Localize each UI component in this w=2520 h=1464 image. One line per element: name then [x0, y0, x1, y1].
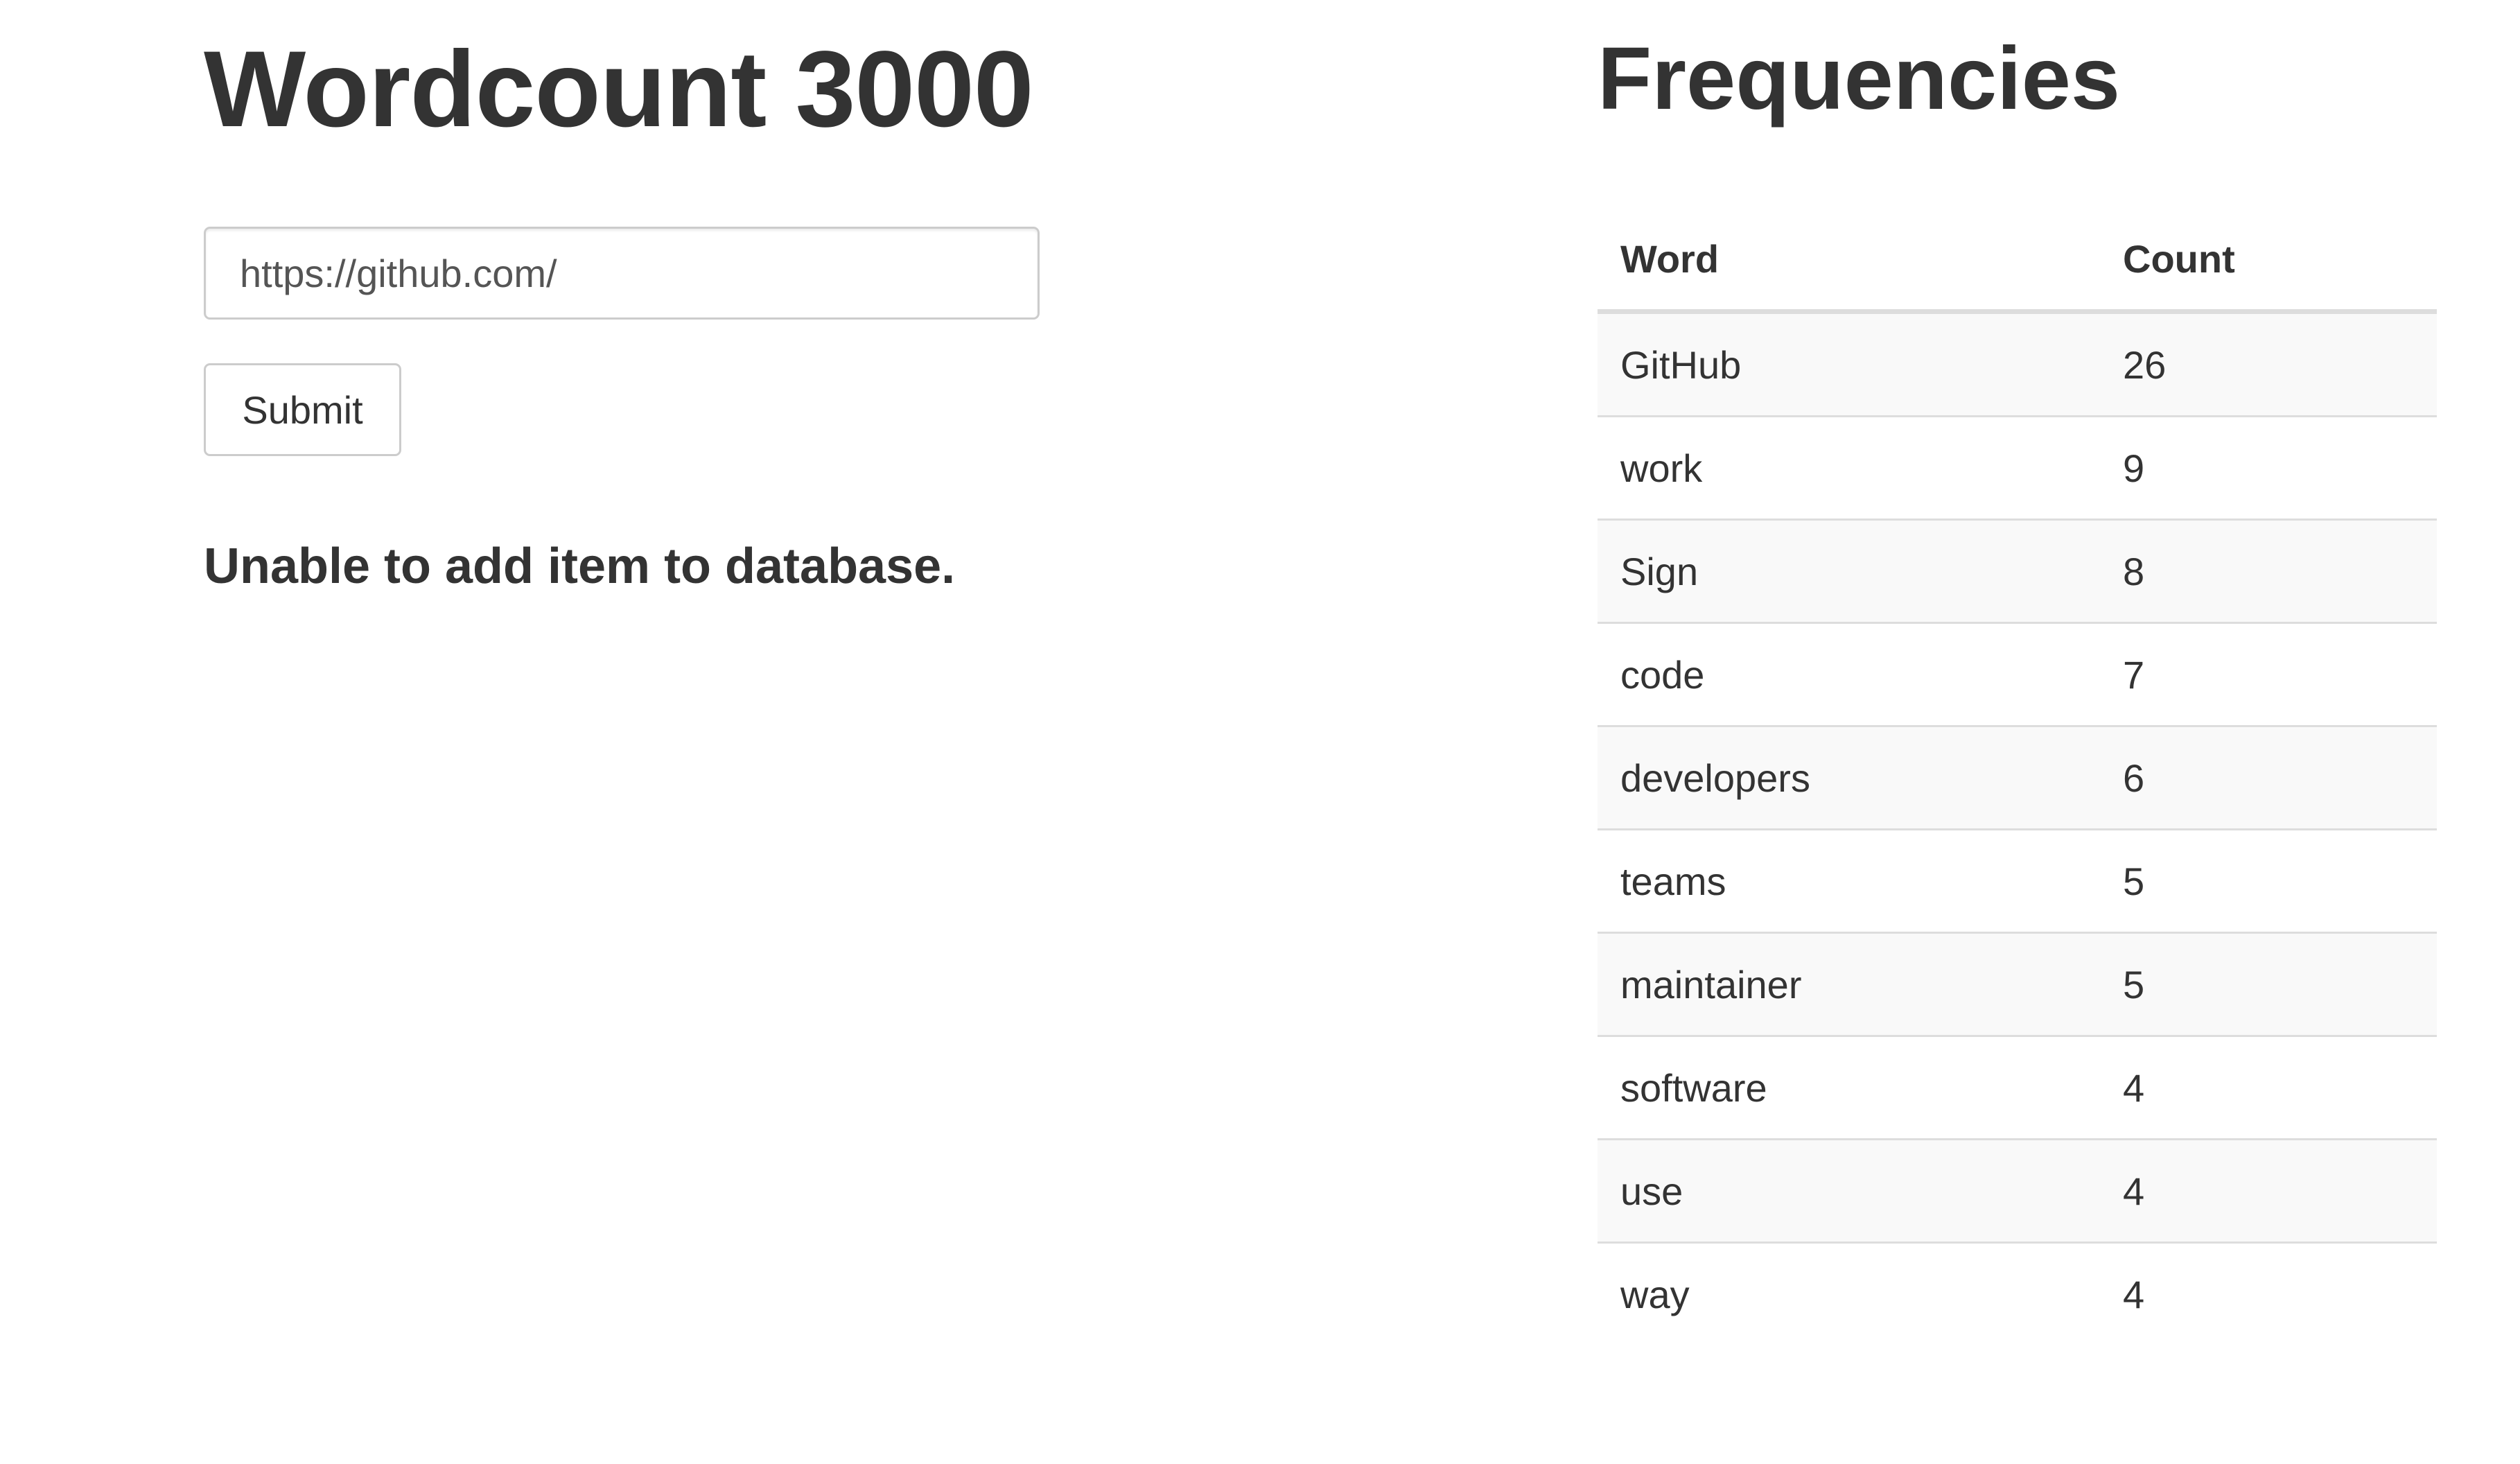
table-row: Sign 8 [1598, 518, 2437, 623]
count-cell: 5 [2100, 932, 2437, 1036]
url-input[interactable] [204, 227, 1040, 320]
count-cell: 4 [2100, 1138, 2437, 1243]
count-cell: 26 [2100, 311, 2437, 417]
page: Wordcount 3000 Submit Unable to add item… [0, 0, 2520, 1464]
status-message: Unable to add item to database. [204, 539, 956, 594]
count-cell: 7 [2100, 622, 2437, 726]
count-cell: 4 [2100, 1035, 2437, 1140]
word-cell: GitHub [1598, 311, 2100, 417]
count-cell: 8 [2100, 518, 2437, 623]
count-cell: 5 [2100, 828, 2437, 933]
table-row: software 4 [1598, 1035, 2437, 1140]
table-row: way 4 [1598, 1241, 2437, 1345]
count-cell: 9 [2100, 415, 2437, 520]
word-cell: Sign [1598, 518, 2100, 623]
word-cell: developers [1598, 725, 2100, 830]
table-row: developers 6 [1598, 725, 2437, 830]
table-row: maintainer 5 [1598, 932, 2437, 1036]
word-cell: software [1598, 1035, 2100, 1140]
column-header-count: Count [2100, 208, 2437, 314]
word-cell: maintainer [1598, 932, 2100, 1036]
table-row: work 9 [1598, 415, 2437, 520]
submit-button[interactable]: Submit [204, 363, 401, 456]
word-cell: way [1598, 1241, 2100, 1345]
table-row: teams 5 [1598, 828, 2437, 933]
word-cell: code [1598, 622, 2100, 726]
count-cell: 4 [2100, 1241, 2437, 1345]
word-cell: teams [1598, 828, 2100, 933]
count-cell: 6 [2100, 725, 2437, 830]
frequencies-title: Frequencies [1598, 29, 2121, 128]
table-row: code 7 [1598, 622, 2437, 726]
frequencies-table: Word Count GitHub 26 work 9 Sign 8 code … [1598, 208, 2437, 1345]
word-cell: work [1598, 415, 2100, 520]
table-row: GitHub 26 [1598, 311, 2437, 417]
column-header-word: Word [1598, 208, 2100, 314]
table-header-row: Word Count [1598, 208, 2437, 314]
app-title: Wordcount 3000 [204, 29, 1034, 150]
table-row: use 4 [1598, 1138, 2437, 1243]
word-cell: use [1598, 1138, 2100, 1243]
